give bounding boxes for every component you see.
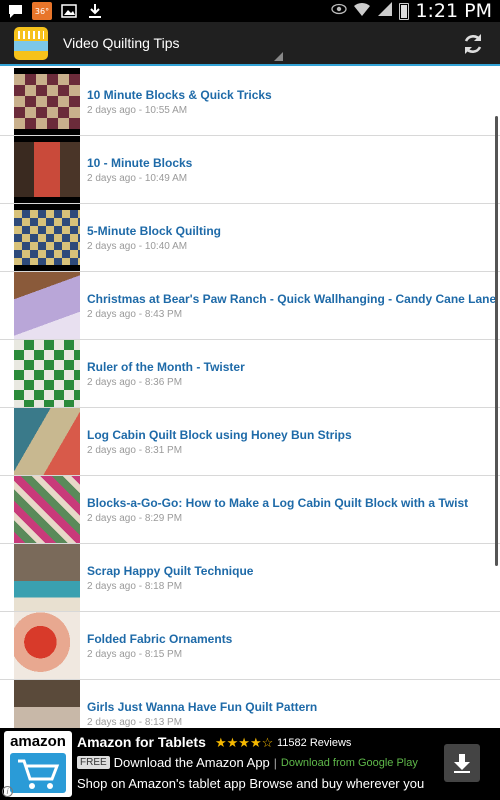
video-thumbnail[interactable]	[14, 68, 80, 135]
video-title[interactable]: 10 Minute Blocks & Quick Tricks	[87, 88, 272, 102]
list-item[interactable]: Log Cabin Quilt Block using Honey Bun St…	[0, 408, 500, 476]
wifi-icon	[353, 1, 371, 22]
chat-icon	[6, 2, 24, 20]
video-thumbnail[interactable]	[14, 204, 80, 271]
ad-reviews: 11582 Reviews	[277, 737, 352, 749]
video-time: 2 days ago - 8:15 PM	[87, 649, 183, 660]
eye-icon	[331, 2, 348, 20]
video-title[interactable]: Folded Fabric Ornaments	[87, 632, 232, 646]
video-title[interactable]: Scrap Happy Quilt Technique	[87, 564, 253, 578]
video-thumbnail[interactable]	[14, 680, 80, 728]
download-arrow-icon[interactable]	[444, 744, 480, 782]
list-item[interactable]: 5-Minute Block Quilting 2 days ago - 10:…	[0, 204, 500, 272]
video-time: 2 days ago - 8:36 PM	[87, 377, 183, 388]
clock: 1:21 PM	[415, 0, 492, 22]
ad-cta-line: FREE Download the Amazon App | Download …	[77, 755, 418, 770]
video-time: 2 days ago - 10:55 AM	[87, 105, 188, 116]
ad-separator: |	[273, 755, 277, 770]
system-icons: 1:21 PM	[331, 0, 492, 22]
signal-icon	[377, 1, 393, 22]
ad-cta-main[interactable]: Download the Amazon App	[114, 755, 270, 770]
app-bar: Video Quilting Tips	[0, 22, 500, 66]
amazon-logo-icon[interactable]: amazon	[4, 731, 72, 797]
video-time: 2 days ago - 10:49 AM	[87, 173, 188, 184]
battery-icon	[399, 2, 410, 20]
ad-title[interactable]: Amazon for Tablets	[77, 734, 206, 750]
video-list[interactable]: 10 Minute Blocks & Quick Tricks 2 days a…	[0, 68, 500, 728]
video-time: 2 days ago - 8:18 PM	[87, 581, 183, 592]
video-time: 2 days ago - 8:31 PM	[87, 445, 183, 456]
image-icon	[60, 2, 78, 20]
video-time: 2 days ago - 8:43 PM	[87, 309, 183, 320]
status-bar: 36° 1:21 PM	[0, 0, 500, 22]
video-time: 2 days ago - 8:29 PM	[87, 513, 183, 524]
dropdown-triangle-icon[interactable]	[274, 52, 283, 61]
video-title[interactable]: Christmas at Bear's Paw Ranch - Quick Wa…	[87, 292, 496, 306]
ad-logo-text: amazon	[10, 733, 66, 750]
video-thumbnail[interactable]	[14, 476, 80, 543]
video-title[interactable]: 10 - Minute Blocks	[87, 156, 192, 170]
video-thumbnail[interactable]	[14, 340, 80, 407]
ad-banner[interactable]: amazon Amazon for Tablets ★★★★☆ 11582 Re…	[0, 728, 500, 800]
free-badge: FREE	[77, 756, 110, 769]
cart-icon	[10, 753, 66, 793]
video-title[interactable]: Girls Just Wanna Have Fun Quilt Pattern	[87, 700, 317, 714]
ad-description: Shop on Amazon's tablet app Browse and b…	[77, 776, 425, 791]
download-icon	[86, 2, 104, 20]
list-item[interactable]: Ruler of the Month - Twister 2 days ago …	[0, 340, 500, 408]
app-title[interactable]: Video Quilting Tips	[63, 35, 179, 51]
temperature-badge-icon: 36°	[32, 2, 52, 20]
video-thumbnail[interactable]	[14, 612, 80, 679]
video-thumbnail[interactable]	[14, 272, 80, 339]
video-thumbnail[interactable]	[14, 136, 80, 203]
list-item[interactable]: Girls Just Wanna Have Fun Quilt Pattern …	[0, 680, 500, 728]
list-item[interactable]: Christmas at Bear's Paw Ranch - Quick Wa…	[0, 272, 500, 340]
refresh-icon[interactable]	[460, 31, 486, 57]
ad-cta-google-play[interactable]: Download from Google Play	[281, 757, 418, 769]
rating-stars: ★★★★☆	[215, 735, 274, 750]
video-title[interactable]: 5-Minute Block Quilting	[87, 224, 221, 238]
list-item[interactable]: Folded Fabric Ornaments 2 days ago - 8:1…	[0, 612, 500, 680]
list-item[interactable]: Blocks-a-Go-Go: How to Make a Log Cabin …	[0, 476, 500, 544]
video-title[interactable]: Log Cabin Quilt Block using Honey Bun St…	[87, 428, 352, 442]
list-item[interactable]: 10 Minute Blocks & Quick Tricks 2 days a…	[0, 68, 500, 136]
video-thumbnail[interactable]	[14, 408, 80, 475]
video-title[interactable]: Blocks-a-Go-Go: How to Make a Log Cabin …	[87, 496, 468, 510]
video-time: 2 days ago - 8:13 PM	[87, 717, 183, 728]
list-scrollbar[interactable]	[495, 116, 498, 566]
video-time: 2 days ago - 10:40 AM	[87, 241, 188, 252]
notification-icons: 36°	[6, 2, 104, 20]
list-item[interactable]: 10 - Minute Blocks 2 days ago - 10:49 AM	[0, 136, 500, 204]
list-item[interactable]: Scrap Happy Quilt Technique 2 days ago -…	[0, 544, 500, 612]
app-logo-icon[interactable]	[14, 27, 48, 60]
ad-info-icon[interactable]: i	[2, 786, 13, 797]
video-title[interactable]: Ruler of the Month - Twister	[87, 360, 245, 374]
video-thumbnail[interactable]	[14, 544, 80, 611]
